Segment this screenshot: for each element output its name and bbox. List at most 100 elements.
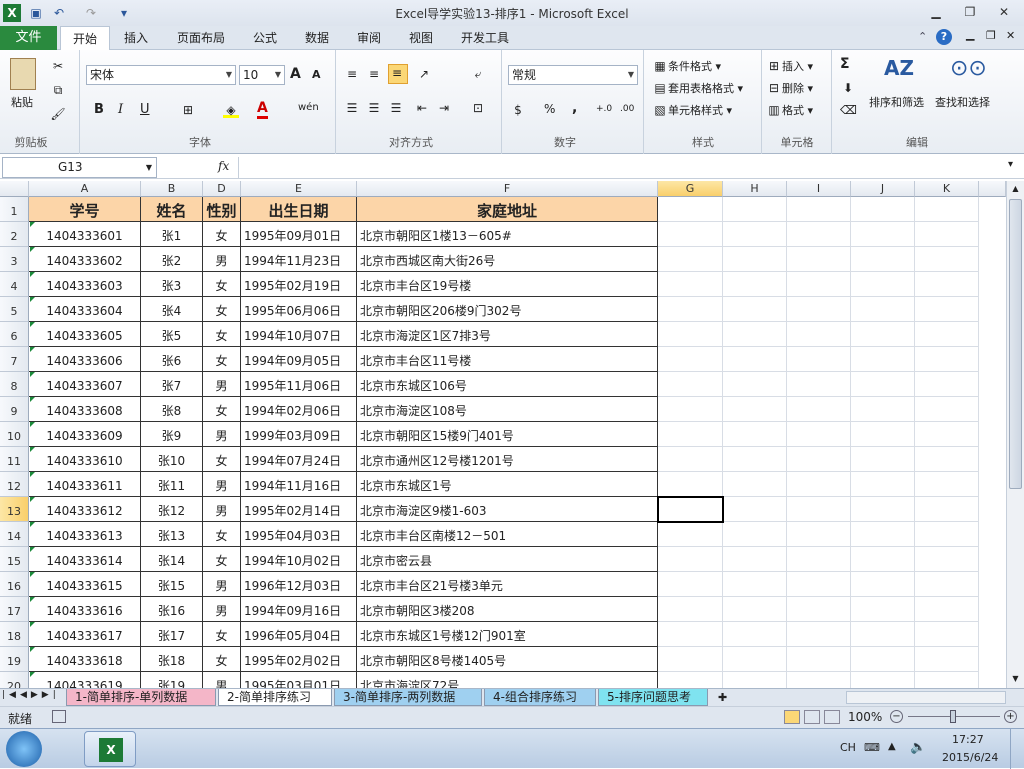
increase-indent-icon[interactable]: ⇥	[436, 100, 452, 116]
table-cell[interactable]: 北京市通州区12号楼1201号	[357, 447, 658, 472]
table-cell[interactable]: 女	[203, 622, 241, 647]
row-header[interactable]: 14	[0, 522, 29, 547]
table-cell[interactable]: 张19	[141, 672, 203, 688]
fill-color-icon[interactable]: ◈	[223, 102, 239, 118]
empty-cell[interactable]	[851, 222, 915, 247]
column-header[interactable]: I	[787, 181, 851, 197]
table-cell[interactable]: 1404333608	[29, 397, 141, 422]
empty-cell[interactable]	[658, 597, 723, 622]
empty-cell[interactable]	[723, 222, 787, 247]
header-cell[interactable]: 出生日期	[241, 197, 357, 222]
table-cell[interactable]: 北京市东城区1号	[357, 472, 658, 497]
empty-cell[interactable]	[658, 272, 723, 297]
empty-cell[interactable]	[851, 247, 915, 272]
orientation-icon[interactable]: ↗	[416, 66, 432, 82]
empty-cell[interactable]	[851, 372, 915, 397]
table-cell[interactable]: 北京市朝阳区1楼13－605#	[357, 222, 658, 247]
table-cell[interactable]: 北京市海淀区9楼1-603	[357, 497, 658, 522]
table-cell[interactable]: 张5	[141, 322, 203, 347]
table-cell[interactable]: 1404333619	[29, 672, 141, 688]
volume-icon[interactable]: 🔈	[910, 740, 926, 755]
scroll-thumb[interactable]	[1009, 199, 1022, 489]
align-bottom-icon[interactable]: ≡	[388, 64, 408, 84]
table-cell[interactable]: 1404333604	[29, 297, 141, 322]
minimize-ribbon-icon[interactable]: ⌃	[918, 30, 927, 43]
sort-filter-button[interactable]: 排序和筛选	[869, 94, 924, 110]
vertical-scrollbar[interactable]: ▲ ▼	[1006, 181, 1024, 688]
autosum-button[interactable]: Σ	[840, 56, 850, 72]
row-header[interactable]: 19	[0, 647, 29, 672]
table-cell[interactable]: 1994年09月16日	[241, 597, 357, 622]
sheet-nav-icon[interactable]: |◀◀▶▶|	[2, 690, 60, 700]
empty-cell[interactable]	[723, 622, 787, 647]
empty-cell[interactable]	[915, 247, 979, 272]
empty-cell[interactable]	[915, 547, 979, 572]
table-cell[interactable]: 张14	[141, 547, 203, 572]
empty-cell[interactable]	[787, 572, 851, 597]
table-cell[interactable]: 北京市丰台区21号楼3单元	[357, 572, 658, 597]
empty-cell[interactable]	[658, 397, 723, 422]
normal-view-icon[interactable]	[784, 710, 800, 724]
empty-cell[interactable]	[723, 397, 787, 422]
table-cell[interactable]: 1995年02月19日	[241, 272, 357, 297]
empty-cell[interactable]	[915, 572, 979, 597]
empty-cell[interactable]	[787, 222, 851, 247]
format-painter-icon[interactable]: 🖌	[50, 106, 66, 122]
font-color-icon[interactable]: A	[257, 100, 268, 119]
merge-center-icon[interactable]: ⊡	[470, 100, 486, 116]
insert-function-button[interactable]: fx	[218, 159, 229, 173]
restore-icon[interactable]: ❐	[956, 2, 984, 22]
cut-icon[interactable]: ✂	[50, 58, 66, 74]
phonetic-button[interactable]: wén	[298, 102, 319, 113]
close-icon[interactable]: ✕	[990, 2, 1018, 22]
table-cell[interactable]: 1404333602	[29, 247, 141, 272]
table-cell[interactable]: 男	[203, 572, 241, 597]
comma-button[interactable]: ,	[572, 100, 577, 116]
table-cell[interactable]: 1995年02月14日	[241, 497, 357, 522]
paste-button[interactable]: 粘贴	[11, 94, 33, 110]
empty-cell[interactable]	[851, 447, 915, 472]
table-cell[interactable]: 1996年12月03日	[241, 572, 357, 597]
shrink-font-button[interactable]: A	[312, 68, 321, 81]
row-header[interactable]: 6	[0, 322, 29, 347]
table-cell[interactable]: 男	[203, 672, 241, 688]
column-header[interactable]: K	[915, 181, 979, 197]
bold-button[interactable]: B	[94, 102, 104, 117]
find-select-button[interactable]: 查找和选择	[935, 94, 990, 110]
horizontal-scrollbar[interactable]	[846, 691, 1006, 704]
workbook-minimize-icon[interactable]: ▁	[966, 28, 974, 41]
empty-cell[interactable]	[723, 547, 787, 572]
select-all-corner[interactable]	[0, 181, 29, 197]
header-cell[interactable]: 性别	[203, 197, 241, 222]
table-cell[interactable]: 北京市密云县	[357, 547, 658, 572]
table-cell[interactable]: 1994年11月23日	[241, 247, 357, 272]
name-box[interactable]: G13 ▼	[2, 157, 157, 178]
table-cell[interactable]: 1999年03月09日	[241, 422, 357, 447]
empty-cell[interactable]	[723, 597, 787, 622]
macro-record-icon[interactable]	[52, 710, 66, 723]
empty-cell[interactable]	[851, 347, 915, 372]
column-header[interactable]: D	[203, 181, 241, 197]
table-cell[interactable]: 张15	[141, 572, 203, 597]
sheet-tab[interactable]: 2-简单排序练习	[218, 689, 332, 706]
table-cell[interactable]: 1994年02月06日	[241, 397, 357, 422]
empty-cell[interactable]	[787, 497, 851, 522]
empty-cell[interactable]	[915, 222, 979, 247]
empty-cell[interactable]	[915, 497, 979, 522]
table-cell[interactable]: 1995年06月06日	[241, 297, 357, 322]
column-header[interactable]: H	[723, 181, 787, 197]
table-cell[interactable]: 1404333617	[29, 622, 141, 647]
row-header[interactable]: 10	[0, 422, 29, 447]
table-cell[interactable]: 1994年11月16日	[241, 472, 357, 497]
align-right-icon[interactable]: ☰	[388, 100, 404, 116]
worksheet-grid[interactable]: A B D E F G H I J K 1 2 3 4 5 6 7 8 9 10 11 12 13 14 15 16 17 18 19 2…	[0, 181, 1006, 688]
table-cell[interactable]: 1404333613	[29, 522, 141, 547]
zoom-out-icon[interactable]: −	[890, 710, 903, 723]
align-center-icon[interactable]: ☰	[366, 100, 382, 116]
table-cell[interactable]: 1404333618	[29, 647, 141, 672]
decrease-decimal-button[interactable]: .00	[620, 104, 634, 114]
empty-cell[interactable]	[658, 672, 723, 688]
percent-button[interactable]: %	[544, 102, 555, 116]
table-cell[interactable]: 北京市丰台区19号楼	[357, 272, 658, 297]
empty-cell[interactable]	[787, 297, 851, 322]
